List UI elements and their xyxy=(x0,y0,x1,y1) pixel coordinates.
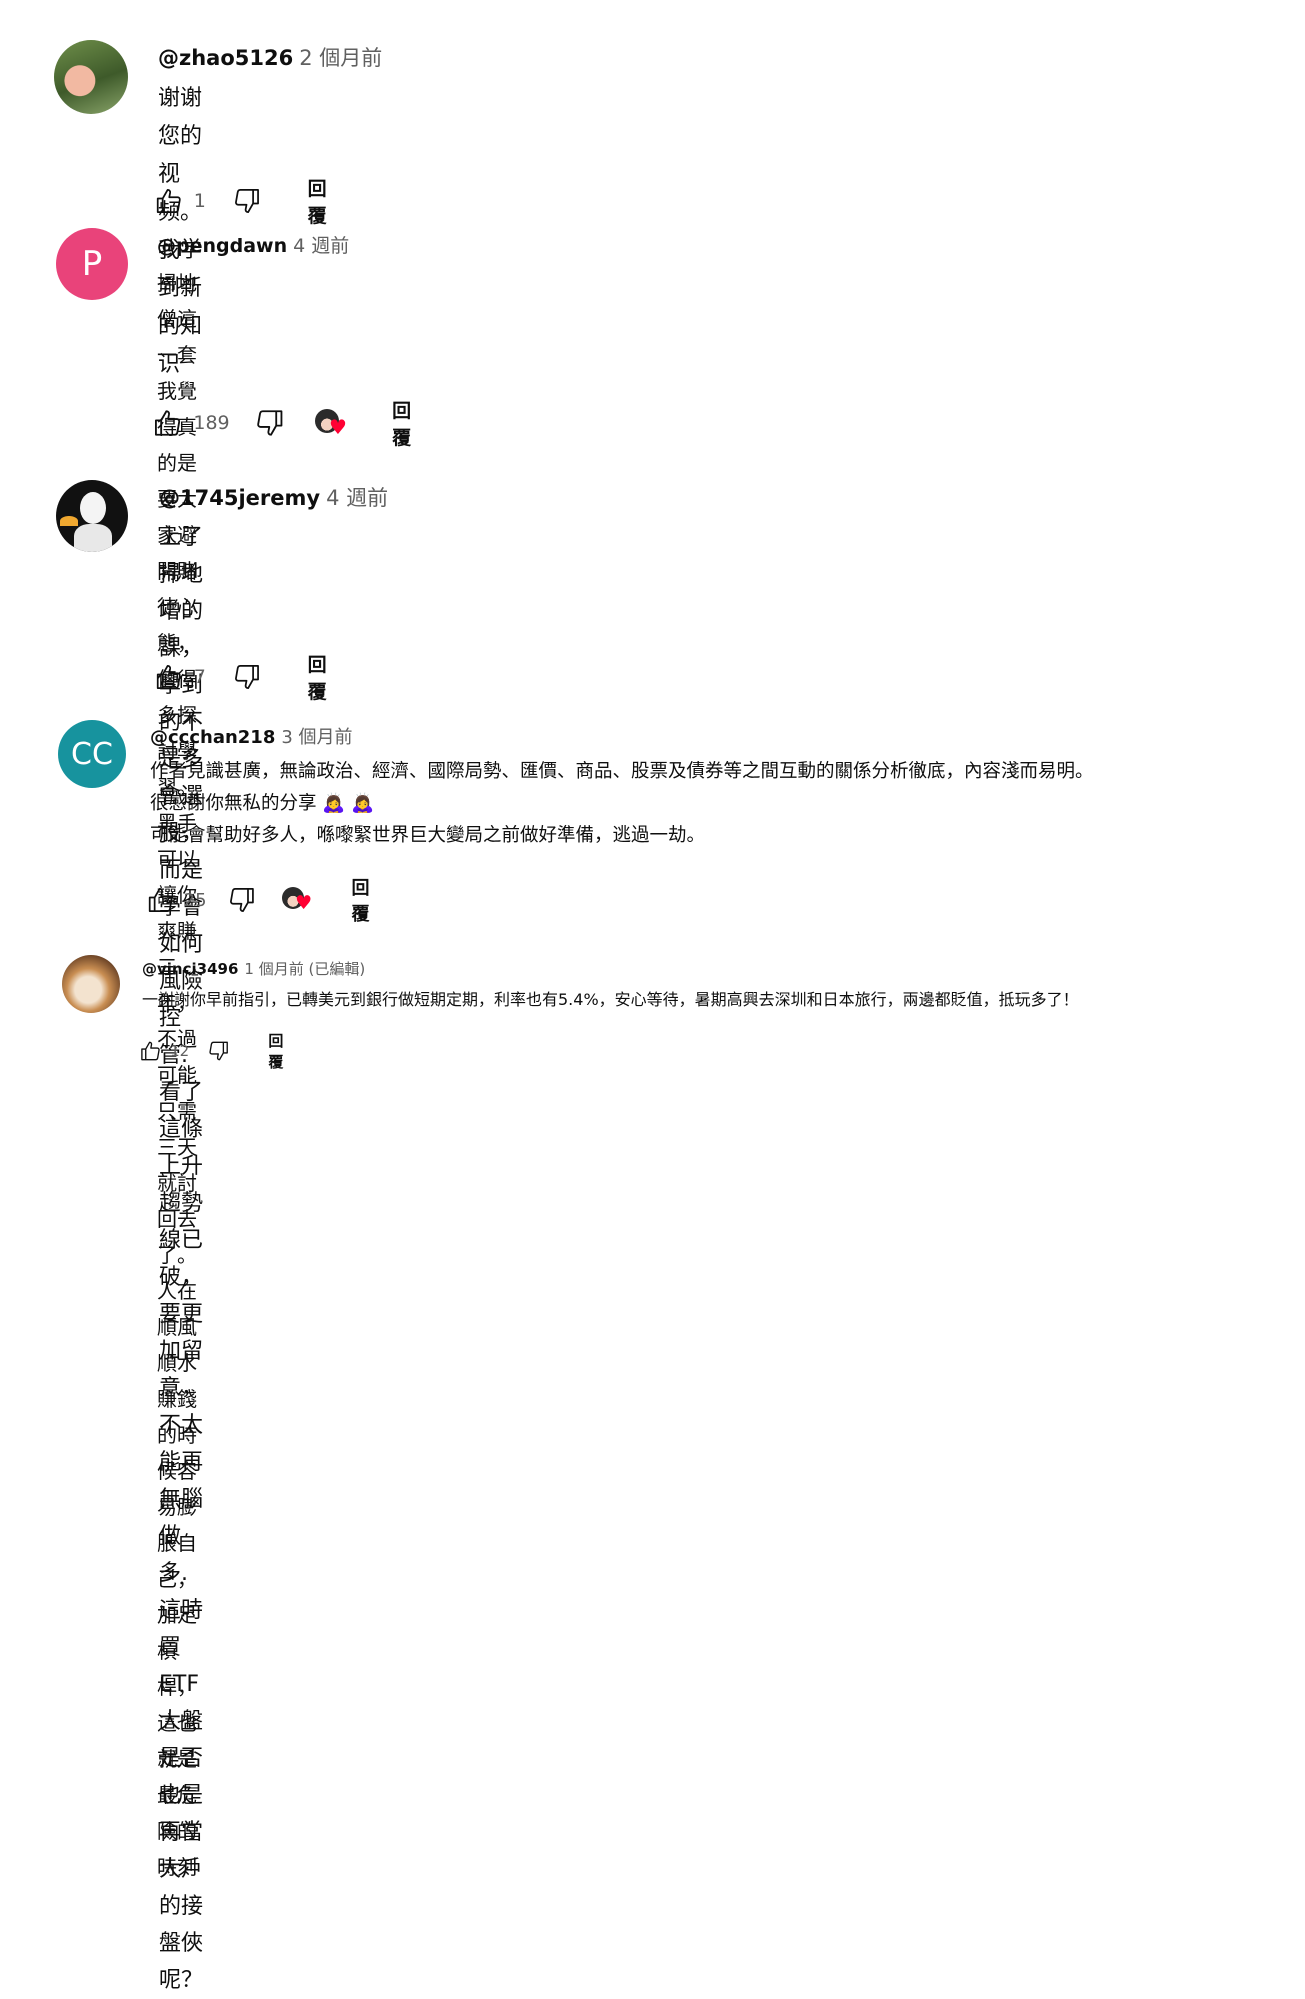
like-count: 7 xyxy=(193,666,206,688)
avatar[interactable] xyxy=(62,955,120,1013)
comment-author[interactable]: @ccchan218 xyxy=(150,727,275,748)
avatar-letter: CC xyxy=(71,736,113,772)
creator-heart-icon[interactable]: ♥ xyxy=(282,883,313,917)
comment-timestamp[interactable]: 4 週前 xyxy=(326,486,388,510)
comment-actions: 1 回覆 xyxy=(154,174,339,228)
thumb-down-icon[interactable] xyxy=(207,1037,230,1065)
like-count: 25 xyxy=(183,889,207,911)
like-count: 12 xyxy=(170,1042,190,1060)
comment-author[interactable]: @pengdawn xyxy=(157,235,287,257)
comment-author[interactable]: @1745jeremy xyxy=(159,486,320,510)
like-count: 1 xyxy=(193,190,206,212)
comment-actions: 189 ♥ 回覆 xyxy=(152,396,425,450)
thumb-up-icon[interactable] xyxy=(154,183,184,219)
thumb-up-icon[interactable] xyxy=(139,1037,162,1065)
comment-text: 一謝謝你早前指引，已轉美元到銀行做短期定期，利率也有5.4%，安心等待，暑期高興… xyxy=(142,990,1079,1009)
comment-actions: 25 ♥ 回覆 xyxy=(146,874,383,926)
reply-button[interactable]: 回覆 xyxy=(352,874,383,926)
like-count: 189 xyxy=(193,412,230,434)
comment-timestamp[interactable]: 1 個月前 (已編輯) xyxy=(244,960,365,978)
heart-icon: ♥ xyxy=(295,892,313,914)
reply-button[interactable]: 回覆 xyxy=(308,174,339,228)
thumb-up-icon[interactable] xyxy=(154,659,184,695)
thumb-down-icon[interactable] xyxy=(254,405,285,441)
comment-timestamp[interactable]: 2 個月前 xyxy=(299,46,382,70)
reply-button[interactable]: 回覆 xyxy=(268,1030,293,1072)
comment-text-line: 很感謝你無私的分享 xyxy=(150,793,317,814)
avatar-hat xyxy=(60,516,78,526)
emoji: 🙇‍♀️ 🙇‍♀️ xyxy=(322,793,375,814)
avatar[interactable] xyxy=(54,40,128,114)
avatar[interactable] xyxy=(56,480,128,552)
comment-text-line: 作者見識甚廣，無論政治、經濟、國際局勢、匯價、商品、股票及債券等之間互動的關係分… xyxy=(150,761,1094,782)
creator-heart-icon[interactable]: ♥ xyxy=(315,405,348,441)
thumb-up-icon[interactable] xyxy=(152,405,183,441)
heart-icon: ♥ xyxy=(329,415,347,439)
comment-author[interactable]: @zhao5126 xyxy=(158,46,293,70)
thumb-down-icon[interactable] xyxy=(232,659,262,695)
comment-author[interactable]: @vinci3496 xyxy=(142,960,238,978)
avatar-body xyxy=(74,524,112,552)
comment-timestamp[interactable]: 3 個月前 xyxy=(281,727,352,748)
thumb-down-icon[interactable] xyxy=(227,883,257,917)
avatar[interactable]: CC xyxy=(58,720,126,788)
comment-actions: 7 回覆 xyxy=(154,650,339,704)
avatar[interactable]: P xyxy=(56,228,128,300)
comment-timestamp[interactable]: 4 週前 xyxy=(293,235,349,257)
thumb-up-icon[interactable] xyxy=(146,883,176,917)
comment-actions: 12 回覆 xyxy=(139,1030,293,1072)
avatar-letter: P xyxy=(81,244,103,284)
comment-text: 作者見識甚廣，無論政治、經濟、國際局勢、匯價、商品、股票及債券等之間互動的關係分… xyxy=(150,756,1094,852)
reply-button[interactable]: 回覆 xyxy=(392,396,425,450)
reply-button[interactable]: 回覆 xyxy=(308,650,339,704)
comment-text-line: 可能會幫助好多人，喺嚟緊世界巨大變局之前做好準備，逃過一劫。 xyxy=(150,825,706,846)
avatar-face xyxy=(80,492,106,524)
thumb-down-icon[interactable] xyxy=(232,183,262,219)
